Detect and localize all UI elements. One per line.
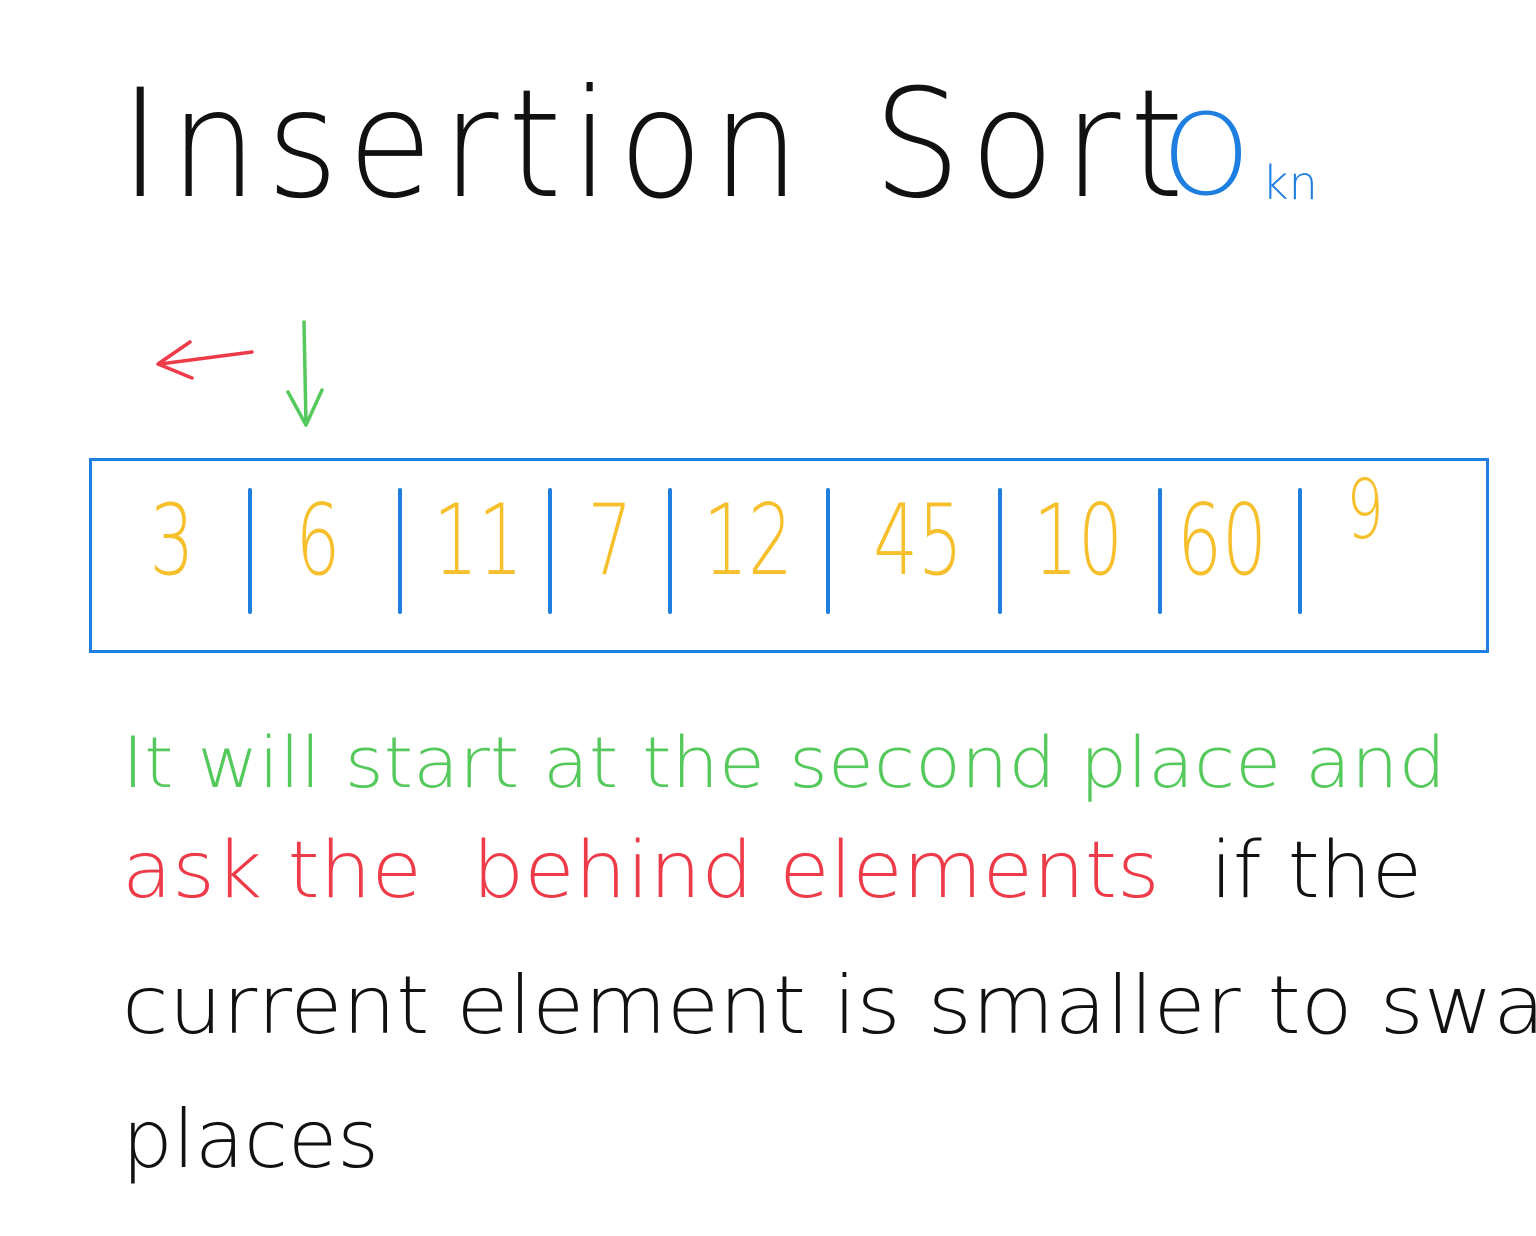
array-divider-4 — [668, 488, 672, 614]
arrow-left-icon — [156, 340, 254, 380]
array-value-6: 45 — [873, 484, 963, 598]
note-the: the — [287, 826, 422, 916]
note-behind-elements: behind elements — [472, 826, 1160, 916]
note-ask: ask — [122, 826, 263, 916]
array-divider-7 — [1158, 488, 1162, 614]
note-if-the: if the — [1210, 826, 1423, 916]
array-divider-3 — [548, 488, 552, 614]
array-divider-6 — [998, 488, 1002, 614]
array-value-1: 3 — [149, 484, 195, 598]
array-divider-1 — [248, 488, 252, 614]
array-value-9: 9 — [1346, 463, 1384, 558]
array-value-8: 60 — [1177, 484, 1267, 598]
array-divider-5 — [826, 488, 830, 614]
array-divider-8 — [1298, 488, 1302, 614]
note-line-3: current element is smaller to swap — [122, 959, 1536, 1052]
note-line-1: It will start at the second place and — [122, 722, 1446, 804]
array-value-7: 10 — [1033, 484, 1123, 598]
array-value-4: 7 — [587, 484, 633, 598]
note-line-2: ask the behind elements if the — [122, 832, 1422, 910]
note-line-4: places — [122, 1093, 379, 1186]
array-value-2: 6 — [295, 484, 341, 598]
arrow-down-icon — [286, 320, 324, 427]
array-value-3: 11 — [433, 484, 523, 598]
array-divider-2 — [398, 488, 402, 614]
array-value-5: 12 — [703, 484, 793, 598]
